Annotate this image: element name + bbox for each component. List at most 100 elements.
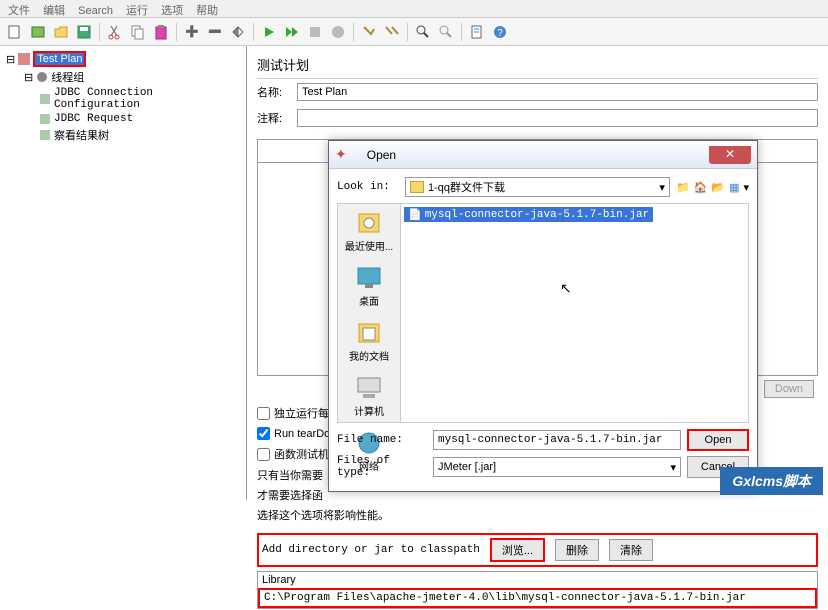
filetype-select[interactable]: JMeter [.jar] ▾ [433,457,681,477]
function-helper-icon[interactable] [467,22,487,42]
library-path: C:\Program Files\apache-jmeter-4.0\lib\m… [258,588,817,608]
menu-edit[interactable]: 编辑 [43,5,65,17]
functional-checkbox[interactable] [257,448,270,461]
tree-jdbc-request[interactable]: JDBC Request [4,112,242,126]
up-folder-icon[interactable]: 📁 [676,181,690,194]
sidebar-desktop[interactable]: 桌面 [338,259,400,314]
chevron-down-icon[interactable]: ▾ [743,181,749,194]
name-input[interactable] [297,83,818,101]
menu-bar: 文件 编辑 Search 运行 选项 帮助 [0,0,828,18]
watermark: Gxlcms脚本 [720,467,823,495]
menu-run[interactable]: 运行 [126,5,148,17]
new-icon[interactable] [5,22,25,42]
testplan-icon [18,53,30,65]
start-no-pause-icon[interactable] [282,22,302,42]
menu-help[interactable]: 帮助 [196,5,218,17]
clear-all-icon[interactable] [382,22,402,42]
library-title: Library [258,572,817,588]
jmeter-icon: ✦ [335,146,347,163]
close-button[interactable]: ✕ [709,146,751,164]
templates-icon[interactable] [28,22,48,42]
functional-label: 函数测试机 [274,446,329,462]
classpath-label: Add directory or jar to classpath [262,544,480,556]
file-list[interactable]: 📄 mysql-connector-java-5.1.7-bin.jar [401,203,749,423]
recent-icon [355,210,383,236]
independent-checkbox[interactable] [257,407,270,420]
sidebar-documents[interactable]: 我的文档 [338,314,400,369]
tree-results[interactable]: 察看结果树 [4,126,242,144]
cursor-icon: ↖ [560,280,572,297]
filename-label: File name: [337,434,427,446]
svg-text:?: ? [497,28,503,39]
tree-label: 察看结果树 [54,127,109,143]
filetype-value: JMeter [.jar] [438,461,496,473]
threadgroup-icon [36,71,48,83]
list-view-icon[interactable]: ▦ [729,181,739,194]
browse-button[interactable]: 浏览... [490,538,545,562]
menu-file[interactable]: 文件 [8,5,30,17]
file-name: mysql-connector-java-5.1.7-bin.jar [425,209,649,221]
chevron-down-icon: ▾ [659,181,665,194]
page-title: 测试计划 [257,51,818,79]
toggle-icon[interactable] [228,22,248,42]
file-item-selected[interactable]: 📄 mysql-connector-java-5.1.7-bin.jar [404,207,653,222]
paste-icon[interactable] [151,22,171,42]
tree-root[interactable]: ⊟ Test Plan [4,50,242,68]
tree-jdbc-config[interactable]: JDBC Connection Configuration [4,86,242,112]
tree-label: JDBC Request [54,113,133,125]
computer-icon [355,375,383,401]
library-box: Library C:\Program Files\apache-jmeter-4… [257,571,818,609]
sidebar-computer[interactable]: 计算机 [338,369,400,424]
sidebar-label: 计算机 [340,403,398,418]
start-icon[interactable] [259,22,279,42]
menu-search[interactable]: Search [78,5,113,17]
filename-input[interactable] [433,430,681,450]
copy-icon[interactable] [128,22,148,42]
comment-input[interactable] [297,109,818,127]
tree-root-label: Test Plan [33,51,86,67]
tree-panel: ⊟ Test Plan ⊟ 线程组 JDBC Connection Config… [0,46,247,500]
menu-options[interactable]: 选项 [161,5,183,17]
open-icon[interactable] [51,22,71,42]
lookin-value: 1-qq群文件下载 [428,179,505,195]
sidebar-label: 我的文档 [340,348,398,363]
reset-search-icon[interactable] [436,22,456,42]
lookin-select[interactable]: 1-qq群文件下载 ▾ [405,177,670,197]
new-folder-icon[interactable]: 📂 [711,181,725,194]
teardown-checkbox[interactable] [257,427,270,440]
tree-threadgroup[interactable]: ⊟ 线程组 [4,68,242,86]
sidebar-label: 桌面 [340,293,398,308]
open-button[interactable]: Open [687,429,749,451]
results-icon [39,129,51,141]
dialog-title: Open [347,148,709,162]
open-dialog: ✦ Open ✕ Look in: 1-qq群文件下载 ▾ 📁 🏠 📂 ▦ ▾ [328,140,758,492]
stop-icon[interactable] [305,22,325,42]
expand-toggle-icon[interactable]: ⊟ [6,53,15,66]
request-icon [39,113,51,125]
collapse-icon[interactable]: ➖ [205,22,225,42]
toolbar: ➕ ➖ ? [0,18,828,46]
sidebar-label: 最近使用... [340,238,398,253]
shutdown-icon[interactable] [328,22,348,42]
documents-icon [355,320,383,346]
save-icon[interactable] [74,22,94,42]
clear-button[interactable]: 清除 [609,539,653,561]
filetype-label: Files of type: [337,455,427,479]
expand-toggle-icon[interactable]: ⊟ [24,71,33,84]
sidebar-recent[interactable]: 最近使用... [338,204,400,259]
config-icon [39,93,51,105]
name-label: 名称: [257,84,297,100]
delete-button[interactable]: 删除 [555,539,599,561]
home-icon[interactable]: 🏠 [694,181,708,194]
lookin-label: Look in: [337,181,399,193]
help-icon[interactable]: ? [490,22,510,42]
dialog-titlebar[interactable]: ✦ Open ✕ [329,141,757,169]
expand-icon[interactable]: ➕ [182,22,202,42]
independent-label: 独立运行每 [274,405,329,421]
comment-label: 注释: [257,110,297,126]
desktop-icon [355,265,383,291]
cut-icon[interactable] [105,22,125,42]
down-button[interactable]: Down [764,380,814,398]
clear-icon[interactable] [359,22,379,42]
search-icon[interactable] [413,22,433,42]
